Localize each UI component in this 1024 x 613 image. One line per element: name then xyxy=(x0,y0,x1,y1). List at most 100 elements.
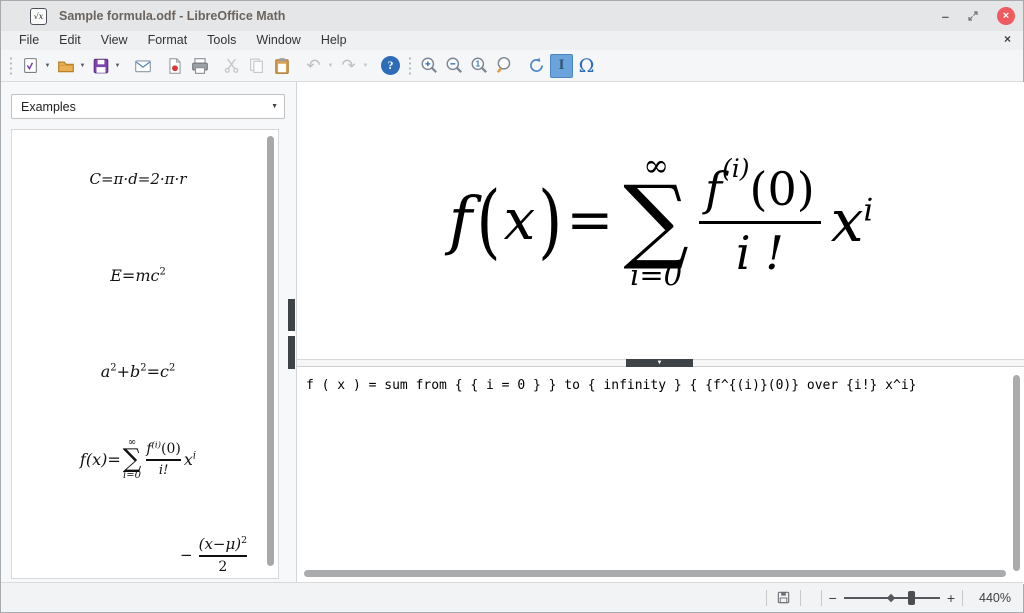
content-area: Examples ▼ C=π·d=2·π·r E=mc2 a2+b2=c2 f(… xyxy=(1,82,1023,584)
statusbar-separator xyxy=(766,590,767,606)
formula-sup: 2 xyxy=(159,267,165,278)
view-splitter-handle[interactable]: ▼ xyxy=(626,359,693,367)
example-gauss[interactable]: − (x−μ)2 2 xyxy=(180,535,250,575)
status-bar: − + 440% xyxy=(1,582,1023,612)
close-paren: ) xyxy=(538,173,562,268)
zoom-in-control[interactable]: + xyxy=(947,590,955,606)
save-dropdown-caret[interactable]: ▼ xyxy=(113,63,122,69)
example-mass-energy[interactable]: E=mc2 xyxy=(12,266,264,285)
splitter-notch xyxy=(288,331,295,336)
view-splitter[interactable]: ▼ xyxy=(297,359,1024,367)
sidebar-splitter-handle[interactable] xyxy=(288,299,295,369)
menu-edit[interactable]: Edit xyxy=(49,32,91,49)
symbols-button[interactable]: Ω xyxy=(575,54,598,78)
splitter-arrow-icon: ▼ xyxy=(657,360,663,366)
example-taylor-series[interactable]: f(x)= ∞ ∑ i=0 f(i)(0) i! xi xyxy=(12,438,264,481)
redo-dropdown-caret: ▼ xyxy=(361,63,370,69)
menu-view[interactable]: View xyxy=(91,32,138,49)
open-paren: ( xyxy=(476,173,500,268)
elements-sidebar: Examples ▼ C=π·d=2·π·r E=mc2 a2+b2=c2 f(… xyxy=(1,82,297,584)
toolbar-grip-2[interactable] xyxy=(408,56,412,76)
title-bar: √x Sample formula.odf - LibreOffice Math… xyxy=(1,1,1023,31)
example-circumference[interactable]: C=π·d=2·π·r xyxy=(12,170,264,188)
save-status-icon xyxy=(776,590,791,605)
close-document-button[interactable]: × xyxy=(1004,32,1011,46)
minimize-button[interactable]: – xyxy=(942,10,949,23)
formula-sup: 2 xyxy=(169,363,175,374)
open-folder-icon xyxy=(57,57,75,75)
help-glyph: ? xyxy=(388,58,394,73)
menu-help[interactable]: Help xyxy=(311,32,357,49)
window-title: Sample formula.odf - LibreOffice Math xyxy=(59,9,285,23)
new-dropdown-caret[interactable]: ▼ xyxy=(43,63,52,69)
examples-dropdown[interactable]: Examples ▼ xyxy=(11,94,285,119)
formula-text: =c xyxy=(147,362,169,381)
formula-text: 2 xyxy=(218,559,227,575)
formula-text: f(x)= xyxy=(80,450,121,469)
formula-x: x xyxy=(504,188,536,253)
zoom-out-control[interactable]: − xyxy=(829,590,837,606)
export-pdf-button[interactable] xyxy=(163,54,186,78)
sum-symbol: ∑ xyxy=(123,448,142,471)
formula-view[interactable]: f ( x ) = ∞ ∑ i=0 f(i)(0) i ! xi xyxy=(297,82,1024,359)
print-button[interactable] xyxy=(188,54,211,78)
power-x: x xyxy=(831,187,864,255)
sum-lower-limit: i=0 xyxy=(123,471,141,481)
zoom-slider[interactable] xyxy=(844,590,940,606)
command-vertical-scrollbar[interactable] xyxy=(1013,375,1020,571)
paste-icon xyxy=(273,57,291,75)
document-modified-indicator[interactable] xyxy=(776,590,791,605)
example-pythagoras[interactable]: a2+b2=c2 xyxy=(12,362,264,381)
formula-f: f xyxy=(449,184,473,258)
new-document-button[interactable] xyxy=(19,54,42,78)
help-button[interactable]: ? xyxy=(379,54,402,78)
formula-text: (x−μ) xyxy=(199,535,241,553)
formula-sup: (i) xyxy=(152,441,162,451)
save-button[interactable] xyxy=(89,54,112,78)
show-all-icon xyxy=(495,56,514,75)
fraction: f(i)(0) i ! xyxy=(699,162,821,280)
menu-format[interactable]: Format xyxy=(138,32,198,49)
paste-button[interactable] xyxy=(270,54,293,78)
formula-text: x xyxy=(184,450,193,469)
restore-icon xyxy=(967,10,979,22)
standard-toolbar: ▼ ▼ ▼ xyxy=(1,50,1023,82)
toolbar-grip[interactable] xyxy=(9,56,13,76)
zoom-slider-thumb[interactable] xyxy=(908,591,915,605)
zoom-in-button[interactable] xyxy=(418,54,441,78)
command-horizontal-scrollbar[interactable] xyxy=(304,570,1006,577)
formula-cursor-icon: I xyxy=(559,57,565,74)
open-button[interactable] xyxy=(54,54,77,78)
sum-symbol: ∑ xyxy=(623,182,689,257)
save-icon xyxy=(92,57,110,75)
zoom-level-label[interactable]: 440% xyxy=(971,591,1023,605)
menu-tools[interactable]: Tools xyxy=(197,32,246,49)
numerator-f: f xyxy=(705,162,722,216)
open-dropdown-caret[interactable]: ▼ xyxy=(78,63,87,69)
zoom-out-button[interactable] xyxy=(443,54,466,78)
zoom-out-icon xyxy=(445,56,464,75)
formula-cursor-button[interactable]: I xyxy=(550,54,573,78)
math-logo: √x xyxy=(34,12,44,21)
sum-lower-limit: i=0 xyxy=(630,261,682,290)
examples-dropdown-label: Examples xyxy=(21,100,76,114)
menu-file[interactable]: File xyxy=(9,32,49,49)
statusbar-separator xyxy=(821,590,822,606)
close-button[interactable]: × xyxy=(997,7,1015,25)
cut-button xyxy=(220,54,243,78)
command-editor[interactable]: f ( x ) = sum from { { i = 0 } } to { in… xyxy=(297,367,1024,584)
fraction-bar xyxy=(146,459,181,461)
restore-button[interactable] xyxy=(967,10,979,22)
examples-scrollbar[interactable] xyxy=(267,136,274,566)
menu-window[interactable]: Window xyxy=(246,32,310,49)
zoom-100-button[interactable]: 1 xyxy=(468,54,491,78)
redo-button: ↷ xyxy=(337,54,360,78)
email-document-button[interactable] xyxy=(131,54,154,78)
show-all-button[interactable] xyxy=(493,54,516,78)
command-text[interactable]: f ( x ) = sum from { { i = 0 } } to { in… xyxy=(306,378,916,393)
examples-list: C=π·d=2·π·r E=mc2 a2+b2=c2 f(x)= ∞ ∑ i=0 xyxy=(11,129,279,579)
rendered-formula: f ( x ) = ∞ ∑ i=0 f(i)(0) i ! xi xyxy=(449,151,874,290)
undo-dropdown-caret: ▼ xyxy=(326,63,335,69)
update-button[interactable] xyxy=(525,54,548,78)
power-i: i xyxy=(863,192,873,228)
